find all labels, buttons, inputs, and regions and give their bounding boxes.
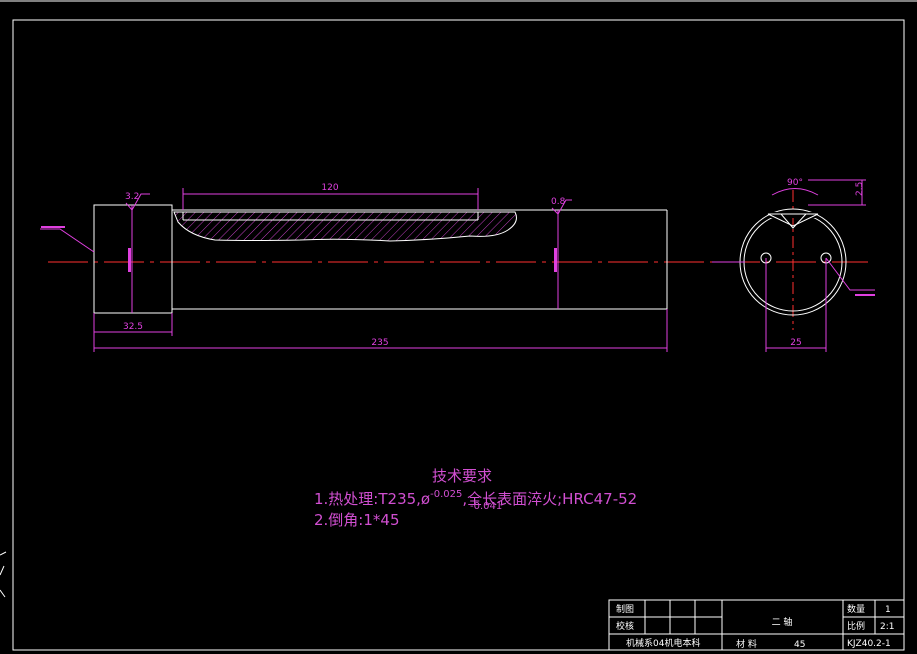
tb-scale: 2:1 — [880, 622, 894, 632]
dim-head-length: 32.5 — [123, 322, 143, 332]
tech-line1-prefix: 1.热处理:T235,ø — [314, 490, 430, 508]
tb-drawing-no: KJZ40.2-1 — [847, 639, 891, 649]
tb-part-name: 二 轴 — [772, 616, 793, 628]
drawing-canvas: 120 235 32.5 3.2 0.8 90° 25 2.5 技术要求 1.热… — [0, 0, 917, 651]
tb-qty-label: 数量 — [847, 603, 865, 615]
dim-small-v: 2.5 — [855, 182, 865, 196]
tb-drawn: 制图 — [616, 603, 634, 615]
tb-material-label: 材 料 — [736, 638, 757, 650]
tb-dept: 机械系04机电本科 — [626, 637, 700, 649]
tech-title: 技术要求 — [432, 467, 492, 485]
tb-scale-label: 比例 — [847, 620, 865, 632]
tb-material: 45 — [794, 640, 805, 650]
tech-tol-lower: -0.041 — [470, 501, 502, 512]
end-view — [739, 190, 847, 330]
shaft-head — [93, 204, 173, 314]
tb-checked: 校核 — [616, 620, 634, 632]
dim-roughness-body: 0.8 — [551, 197, 566, 207]
dim-roughness-head: 3.2 — [125, 192, 139, 202]
tech-tol-upper: -0.025 — [430, 489, 462, 500]
section-hatch — [173, 211, 517, 242]
tb-qty: 1 — [885, 605, 891, 615]
dim-flat-length: 120 — [321, 183, 338, 193]
tech-line2: 2.倒角:1*45 — [314, 511, 400, 529]
dim-end-spacing: 25 — [790, 338, 801, 348]
edge-fragment — [0, 551, 7, 598]
dim-angle: 90° — [787, 178, 803, 188]
dim-total-length: 235 — [371, 338, 388, 348]
